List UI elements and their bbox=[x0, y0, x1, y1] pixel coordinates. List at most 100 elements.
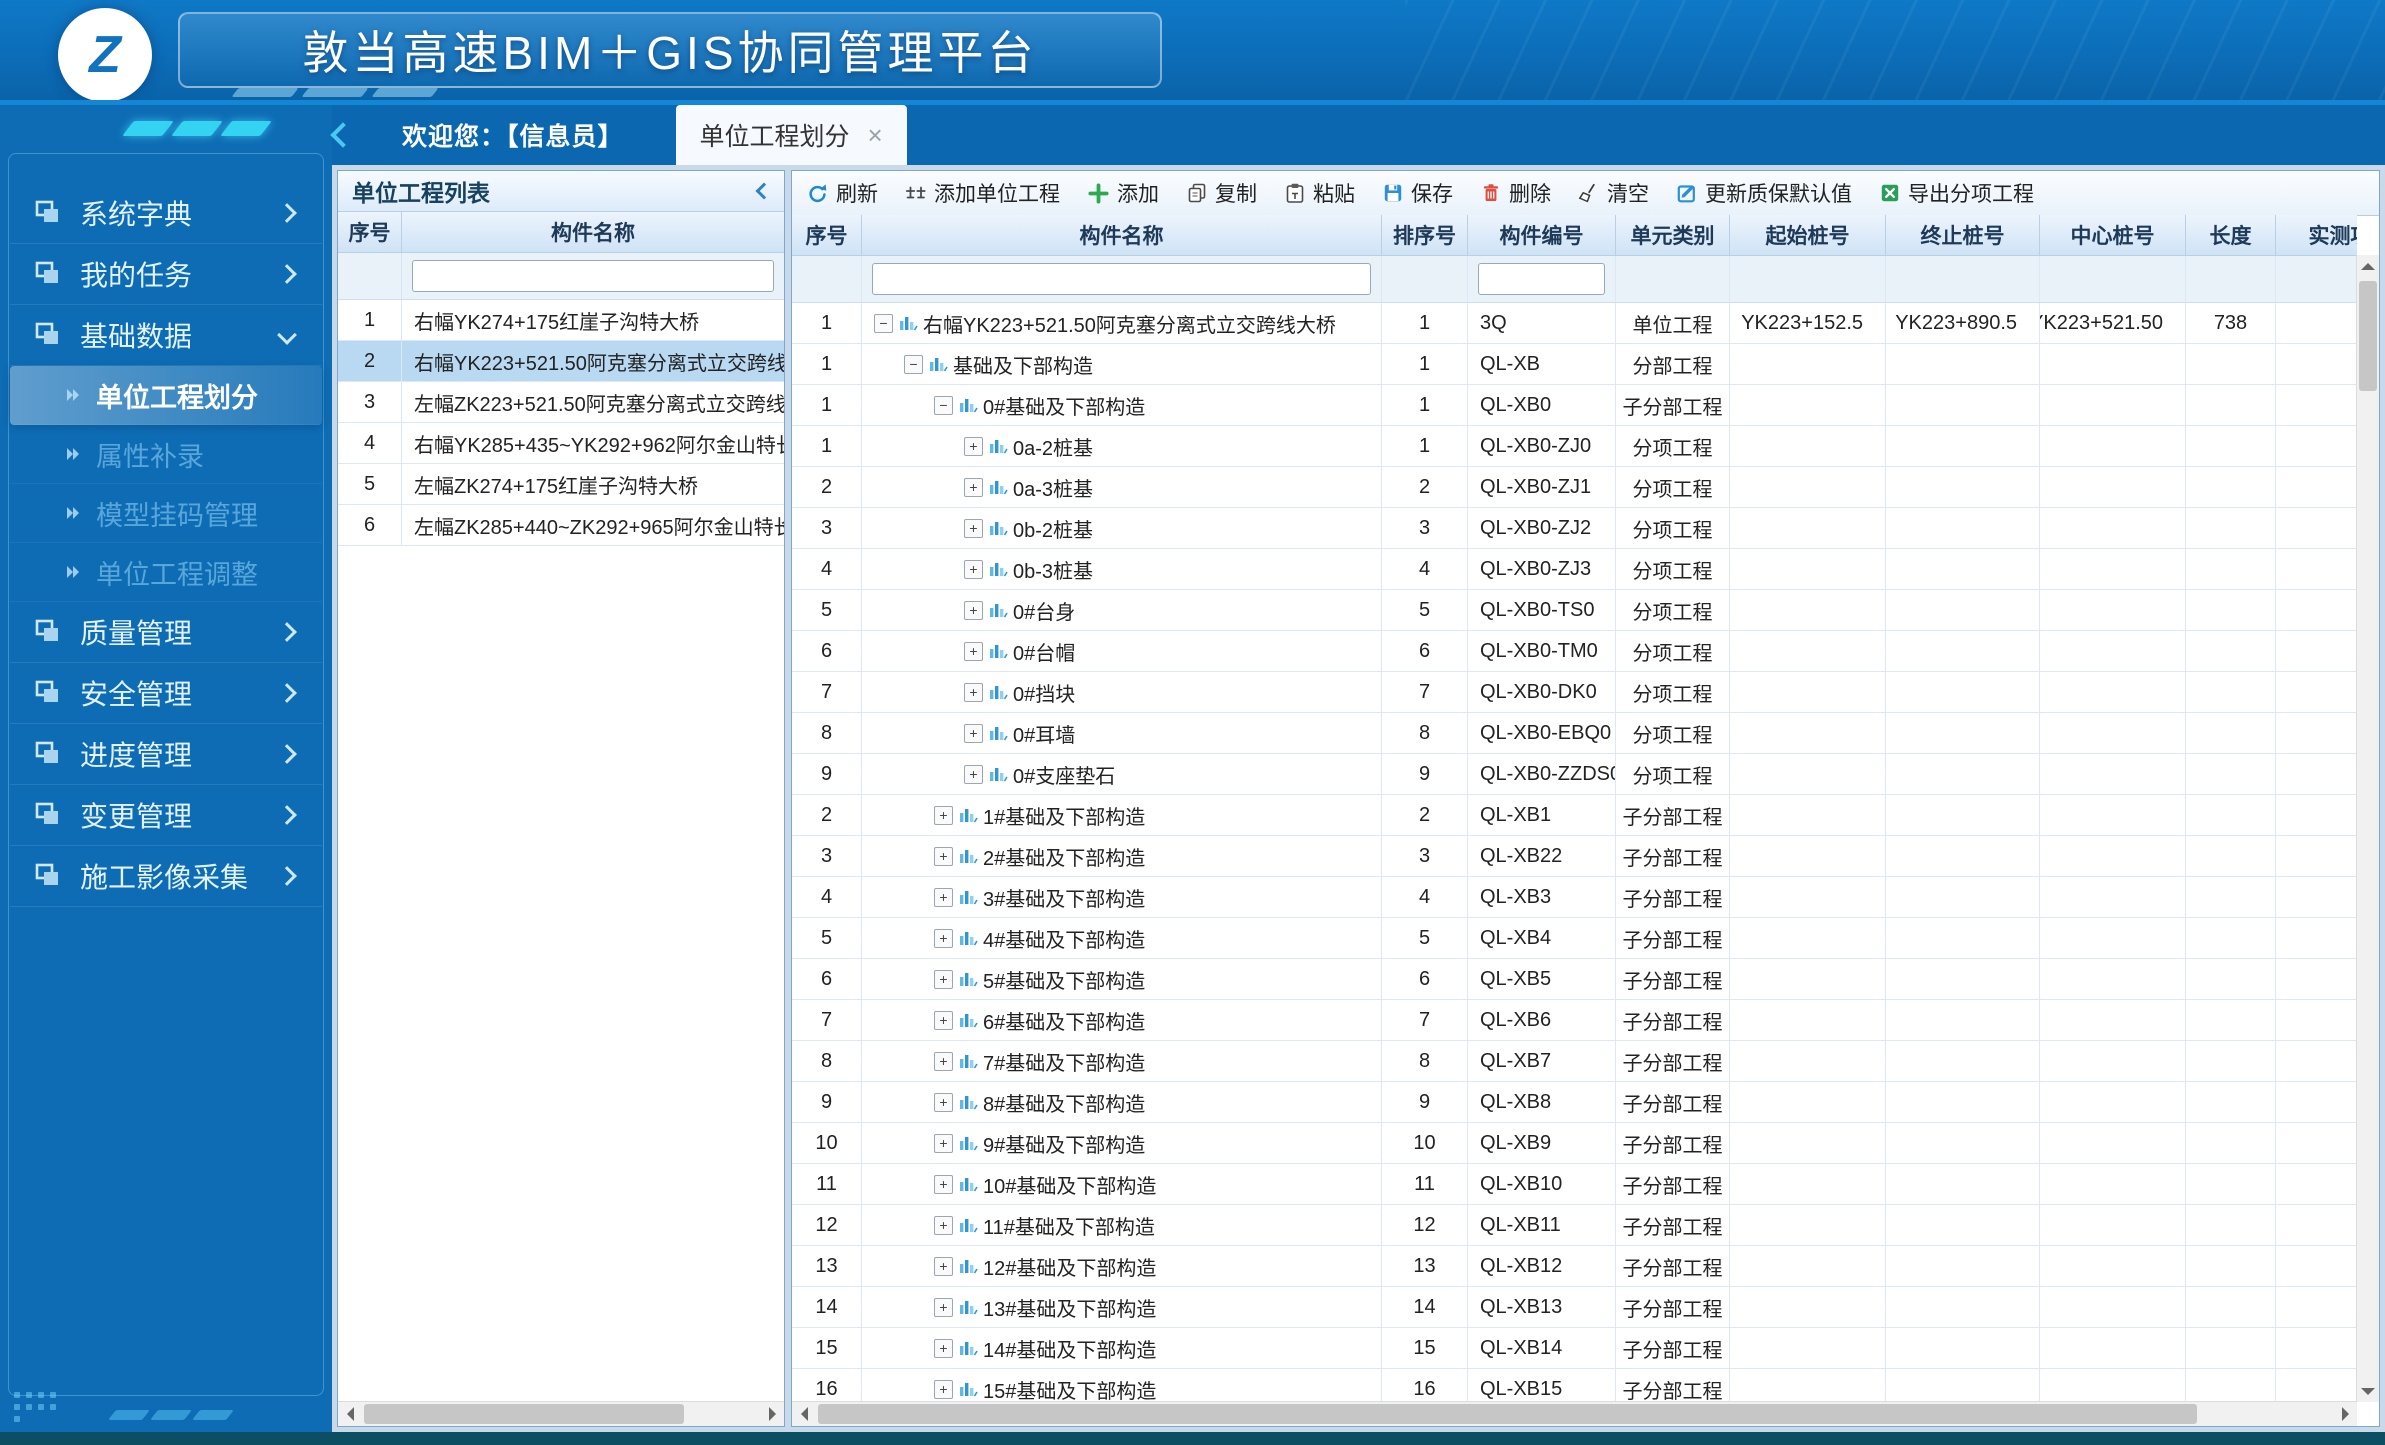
table-row[interactable]: 12+11#基础及下部构造12QL-XB11子分部工程 bbox=[792, 1205, 2357, 1246]
collapse-node-icon[interactable]: − bbox=[874, 314, 893, 333]
scroll-right-arrow-icon[interactable] bbox=[760, 1402, 784, 1426]
expand-node-icon[interactable]: + bbox=[964, 642, 983, 661]
table-row[interactable]: 3+0b-2桩基3QL-XB0-ZJ2分项工程 bbox=[792, 508, 2357, 549]
list-item[interactable]: 1右幅YK274+175红崖子沟特大桥 bbox=[338, 300, 784, 341]
table-row[interactable]: 7+0#挡块7QL-XB0-DK0分项工程 bbox=[792, 672, 2357, 713]
table-row[interactable]: 9+0#支座垫石9QL-XB0-ZZDS0分项工程 bbox=[792, 754, 2357, 795]
list-item[interactable]: 3左幅ZK223+521.50阿克塞分离式立交跨线大桥 bbox=[338, 382, 784, 423]
expand-node-icon[interactable]: + bbox=[934, 929, 953, 948]
expand-node-icon[interactable]: + bbox=[934, 1298, 953, 1317]
expand-node-icon[interactable]: + bbox=[934, 847, 953, 866]
table-hscrollbar[interactable] bbox=[792, 1401, 2357, 1426]
sidebar-item[interactable]: 基础数据 bbox=[10, 305, 322, 366]
table-row[interactable]: 1−基础及下部构造1QL-XB分部工程 bbox=[792, 344, 2357, 385]
hscroll-thumb[interactable] bbox=[364, 1404, 684, 1424]
table-row[interactable]: 10+9#基础及下部构造10QL-XB9子分部工程 bbox=[792, 1123, 2357, 1164]
table-row[interactable]: 5+0#台身5QL-XB0-TS0分项工程 bbox=[792, 590, 2357, 631]
expand-node-icon[interactable]: + bbox=[964, 519, 983, 538]
table-row[interactable]: 11+10#基础及下部构造11QL-XB10子分部工程 bbox=[792, 1164, 2357, 1205]
collapse-node-icon[interactable]: − bbox=[904, 355, 923, 374]
table-row[interactable]: 6+0#台帽6QL-XB0-TM0分项工程 bbox=[792, 631, 2357, 672]
table-row[interactable]: 1−0#基础及下部构造1QL-XB0子分部工程 bbox=[792, 385, 2357, 426]
save-button[interactable]: 保存 bbox=[1382, 178, 1453, 208]
sidebar-item[interactable]: 安全管理 bbox=[10, 663, 322, 724]
expand-node-icon[interactable]: + bbox=[934, 1380, 953, 1399]
table-row[interactable]: 9+8#基础及下部构造9QL-XB8子分部工程 bbox=[792, 1082, 2357, 1123]
table-row[interactable]: 1−右幅YK223+521.50阿克塞分离式立交跨线大桥13Q单位工程YK223… bbox=[792, 303, 2357, 344]
sidebar-subitem[interactable]: 属性补录 bbox=[10, 425, 322, 484]
unit-list-hscrollbar[interactable] bbox=[338, 1401, 784, 1426]
clear-button[interactable]: 清空 bbox=[1578, 178, 1649, 208]
expand-node-icon[interactable]: + bbox=[934, 1339, 953, 1358]
sidebar-item[interactable]: 变更管理 bbox=[10, 785, 322, 846]
table-vscrollbar[interactable] bbox=[2356, 255, 2379, 1402]
sidebar-item[interactable]: 系统字典 bbox=[10, 183, 322, 244]
expand-node-icon[interactable]: + bbox=[964, 437, 983, 456]
scroll-left-arrow-icon[interactable] bbox=[338, 1402, 362, 1426]
table-row[interactable]: 5+4#基础及下部构造5QL-XB4子分部工程 bbox=[792, 918, 2357, 959]
list-item[interactable]: 4右幅YK285+435~YK292+962阿尔金山特长隧道 bbox=[338, 423, 784, 464]
vscroll-thumb[interactable] bbox=[2359, 281, 2377, 391]
scroll-left-arrow-icon[interactable] bbox=[792, 1402, 816, 1426]
expand-node-icon[interactable]: + bbox=[934, 1052, 953, 1071]
tab-unit-division[interactable]: 单位工程划分 × bbox=[676, 105, 907, 165]
component-code-filter-input[interactable] bbox=[1478, 263, 1605, 295]
scroll-down-arrow-icon[interactable] bbox=[2357, 1380, 2379, 1402]
export-subitem-button[interactable]: 导出分项工程 bbox=[1879, 178, 2034, 208]
table-row[interactable]: 14+13#基础及下部构造14QL-XB13子分部工程 bbox=[792, 1287, 2357, 1328]
update-quality-defaults-button[interactable]: 更新质保默认值 bbox=[1676, 178, 1852, 208]
table-row[interactable]: 8+0#耳墙8QL-XB0-EBQ0分项工程 bbox=[792, 713, 2357, 754]
expand-node-icon[interactable]: + bbox=[934, 1134, 953, 1153]
copy-button[interactable]: 复制 bbox=[1186, 178, 1257, 208]
table-row[interactable]: 4+3#基础及下部构造4QL-XB3子分部工程 bbox=[792, 877, 2357, 918]
sidebar-subitem[interactable]: 单位工程调整 bbox=[10, 543, 322, 602]
add-unit-project-button[interactable]: 添加单位工程 bbox=[905, 178, 1060, 208]
delete-button[interactable]: 删除 bbox=[1480, 178, 1551, 208]
expand-node-icon[interactable]: + bbox=[934, 1175, 953, 1194]
expand-node-icon[interactable]: + bbox=[964, 724, 983, 743]
add-button[interactable]: 添加 bbox=[1087, 178, 1159, 208]
table-row[interactable]: 7+6#基础及下部构造7QL-XB6子分部工程 bbox=[792, 1000, 2357, 1041]
table-row[interactable]: 13+12#基础及下部构造13QL-XB12子分部工程 bbox=[792, 1246, 2357, 1287]
table-row[interactable]: 2+1#基础及下部构造2QL-XB1子分部工程 bbox=[792, 795, 2357, 836]
sidebar-item[interactable]: 进度管理 bbox=[10, 724, 322, 785]
expand-node-icon[interactable]: + bbox=[934, 970, 953, 989]
refresh-button[interactable]: 刷新 bbox=[806, 178, 878, 208]
tab-close-icon[interactable]: × bbox=[868, 122, 883, 148]
table-row[interactable]: 2+0a-3桩基2QL-XB0-ZJ1分项工程 bbox=[792, 467, 2357, 508]
list-item[interactable]: 5左幅ZK274+175红崖子沟特大桥 bbox=[338, 464, 784, 505]
table-row[interactable]: 4+0b-3桩基4QL-XB0-ZJ3分项工程 bbox=[792, 549, 2357, 590]
table-row[interactable]: 6+5#基础及下部构造6QL-XB5子分部工程 bbox=[792, 959, 2357, 1000]
expand-node-icon[interactable]: + bbox=[964, 765, 983, 784]
expand-node-icon[interactable]: + bbox=[964, 560, 983, 579]
expand-node-icon[interactable]: + bbox=[934, 1011, 953, 1030]
scroll-right-arrow-icon[interactable] bbox=[2333, 1402, 2357, 1426]
tab-scroll-left-icon[interactable] bbox=[332, 105, 362, 165]
component-name-filter-input[interactable] bbox=[872, 263, 1371, 295]
expand-node-icon[interactable]: + bbox=[934, 888, 953, 907]
table-row[interactable]: 8+7#基础及下部构造8QL-XB7子分部工程 bbox=[792, 1041, 2357, 1082]
expand-node-icon[interactable]: + bbox=[934, 1216, 953, 1235]
sidebar-item[interactable]: 施工影像采集 bbox=[10, 846, 322, 907]
scroll-up-arrow-icon[interactable] bbox=[2357, 255, 2379, 277]
sidebar-subitem[interactable]: 单位工程划分 bbox=[10, 366, 322, 425]
hscroll-thumb[interactable] bbox=[818, 1404, 2197, 1424]
expand-node-icon[interactable]: + bbox=[934, 1257, 953, 1276]
sidebar-item[interactable]: 质量管理 bbox=[10, 602, 322, 663]
expand-node-icon[interactable]: + bbox=[934, 1093, 953, 1112]
panel-collapse-icon[interactable] bbox=[756, 183, 773, 200]
expand-node-icon[interactable]: + bbox=[934, 806, 953, 825]
table-row[interactable]: 3+2#基础及下部构造3QL-XB22子分部工程 bbox=[792, 836, 2357, 877]
expand-node-icon[interactable]: + bbox=[964, 478, 983, 497]
table-row[interactable]: 15+14#基础及下部构造15QL-XB14子分部工程 bbox=[792, 1328, 2357, 1369]
list-item[interactable]: 6左幅ZK285+440~ZK292+965阿尔金山特长隧道 bbox=[338, 505, 784, 546]
table-row[interactable]: 1+0a-2桩基1QL-XB0-ZJ0分项工程 bbox=[792, 426, 2357, 467]
collapse-node-icon[interactable]: − bbox=[934, 396, 953, 415]
table-row[interactable]: 16+15#基础及下部构造16QL-XB15子分部工程 bbox=[792, 1369, 2357, 1402]
sidebar-subitem[interactable]: 模型挂码管理 bbox=[10, 484, 322, 543]
expand-node-icon[interactable]: + bbox=[964, 601, 983, 620]
sidebar-item[interactable]: 我的任务 bbox=[10, 244, 322, 305]
unit-name-filter-input[interactable] bbox=[412, 260, 774, 292]
list-item[interactable]: 2右幅YK223+521.50阿克塞分离式立交跨线大桥 bbox=[338, 341, 784, 382]
paste-button[interactable]: 粘贴 bbox=[1284, 178, 1355, 208]
